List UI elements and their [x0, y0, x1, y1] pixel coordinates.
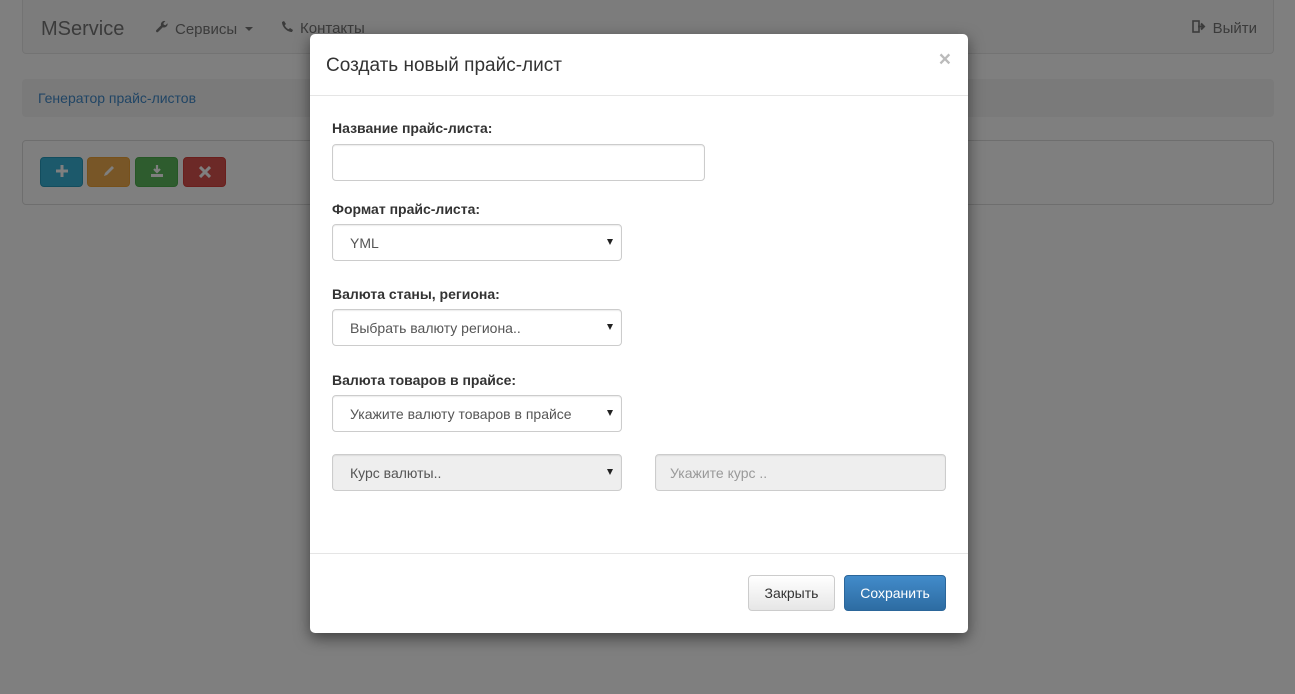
chevron-down-icon	[607, 410, 613, 416]
region-currency-select-value: Выбрать валюту региона..	[350, 319, 521, 336]
name-input[interactable]	[332, 144, 705, 181]
save-button[interactable]: Сохранить	[844, 575, 946, 611]
rate-select[interactable]: Курс валюты..	[332, 454, 622, 491]
modal-footer: Закрыть Сохранить	[310, 553, 968, 633]
format-label: Формат прайс-листа:	[332, 201, 481, 217]
modal-title: Создать новый прайс-лист	[326, 55, 562, 76]
goods-currency-select[interactable]: Укажите валюту товаров в прайсе	[332, 395, 622, 432]
name-label: Название прайс-листа:	[332, 120, 493, 136]
chevron-down-icon	[607, 469, 613, 475]
rate-select-value: Курс валюты..	[350, 464, 442, 481]
format-select[interactable]: YML	[332, 224, 622, 261]
format-select-value: YML	[350, 234, 379, 251]
modal-header: Создать новый прайс-лист ×	[310, 34, 968, 96]
goods-currency-label: Валюта товаров в прайсе:	[332, 372, 517, 388]
chevron-down-icon	[607, 324, 613, 330]
region-currency-select[interactable]: Выбрать валюту региона..	[332, 309, 622, 346]
chevron-down-icon	[607, 239, 613, 245]
close-icon[interactable]: ×	[939, 48, 951, 72]
rate-input[interactable]: Укажите курс ..	[655, 454, 946, 491]
goods-currency-select-value: Укажите валюту товаров в прайсе	[350, 405, 572, 422]
close-button[interactable]: Закрыть	[748, 575, 835, 611]
rate-input-placeholder: Укажите курс ..	[670, 464, 768, 481]
region-currency-label: Валюта станы, региона:	[332, 286, 500, 302]
create-pricelist-modal: Создать новый прайс-лист × Название прай…	[310, 34, 968, 633]
